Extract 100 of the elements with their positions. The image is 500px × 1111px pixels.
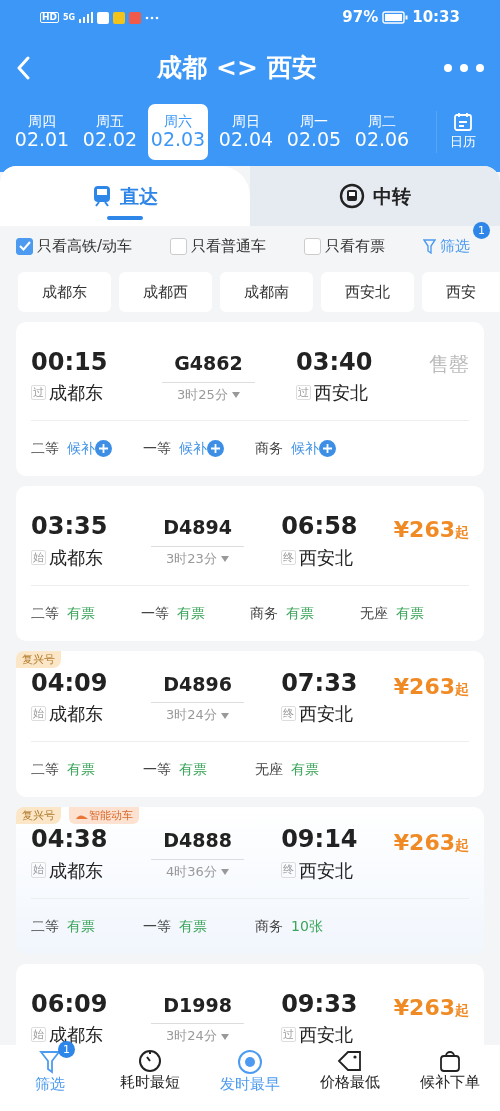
ticket-status: 有票	[286, 603, 314, 623]
train-number[interactable]: D1998	[163, 990, 232, 1020]
station-name: 成都东	[49, 545, 103, 570]
seat-class: 一等	[143, 760, 171, 780]
timer-icon	[138, 1049, 162, 1073]
caret-icon	[221, 712, 229, 719]
station-name: 西安北	[299, 702, 354, 727]
signal-icon	[79, 12, 94, 23]
arrival-time: 06:58	[281, 513, 359, 540]
station-tag: 始	[31, 1026, 46, 1043]
seat-class: 二等	[31, 760, 59, 780]
caret-icon	[221, 556, 229, 563]
station-tag: 始	[31, 862, 46, 878]
ticket-status: 有票	[67, 760, 95, 780]
transfer-icon	[339, 183, 365, 209]
bottom-nav-item[interactable]: 耗时最短	[100, 1045, 200, 1111]
station-tag: 过	[281, 1026, 297, 1043]
train-number[interactable]: D4896	[163, 669, 232, 699]
page-title: 成都 <> 西安	[157, 51, 317, 84]
train-card[interactable]: 复兴号 智能动车 04:38 始 成都东 D4888 4时36分 09:14 终 西安北 ¥263起 二等 有票 一等 有票 商务 10张	[16, 807, 484, 954]
train-number[interactable]: D4894	[163, 513, 232, 542]
station-name: 西安北	[299, 1022, 354, 1045]
tag-icon	[337, 1049, 363, 1073]
seat-class: 二等	[31, 916, 59, 936]
price: ¥263起	[393, 516, 469, 545]
check-icon	[18, 241, 31, 251]
seat-class: 商务	[255, 439, 283, 459]
plus-icon[interactable]	[319, 440, 336, 458]
bag-icon	[438, 1049, 462, 1073]
ticket-status: 有票	[179, 760, 207, 780]
price: ¥263起	[393, 672, 469, 701]
station-name: 成都东	[49, 381, 103, 406]
bottom-nav-item[interactable]: 候补下单	[400, 1045, 500, 1111]
clock: 10:33	[412, 7, 460, 29]
waitlist-link[interactable]: 候补	[291, 438, 319, 460]
train-card[interactable]: 06:09 始 成都东 D1998 3时24分 09:33 过 西安北 ¥263起	[16, 963, 484, 1045]
seat-class: 商务	[250, 603, 278, 623]
ticket-status: 10张	[291, 916, 323, 936]
back-button[interactable]	[16, 55, 30, 80]
train-tag: 复兴号	[16, 807, 61, 825]
ticket-status: 有票	[179, 916, 207, 936]
train-tag: 复兴号	[16, 650, 61, 668]
app-icon	[129, 11, 142, 24]
caret-icon	[231, 392, 240, 398]
station-tag: 终	[281, 549, 297, 565]
arrival-time: 03:40	[296, 349, 374, 376]
train-number[interactable]: G4862	[174, 349, 243, 378]
arrival-time: 09:33	[281, 990, 359, 1017]
train-number[interactable]: D4888	[163, 826, 232, 855]
hd-indicator: HD	[40, 11, 59, 24]
station-chip[interactable]: 西安	[422, 272, 500, 312]
station-name: 成都东	[49, 702, 103, 727]
seat-class: 无座	[359, 603, 388, 623]
station-chip[interactable]: 成都西	[119, 272, 212, 312]
departure-time: 00:15	[31, 349, 109, 376]
train-card[interactable]: 复兴号 04:09 始 成都东 D4896 3时24分 07:33 终 西安北 ¥263起 二等 有票 一等 有票 无座 有票	[16, 650, 484, 798]
train-card[interactable]: 00:15 过 成都东 G4862 3时25分 03:40 过 西安北 售罄 二等 候补 一等 候补 商务 候补	[16, 322, 484, 477]
calendar-icon	[452, 112, 473, 133]
more-icon	[145, 15, 160, 20]
ticket-status: 有票	[395, 603, 424, 623]
tab[interactable]: 中转	[250, 166, 500, 226]
network-type: 5G	[63, 13, 76, 22]
app-icon	[113, 11, 126, 24]
station-tag: 过	[296, 385, 311, 401]
more-icon	[444, 64, 484, 72]
departure-time: 06:09	[31, 990, 109, 1017]
filter-checkbox[interactable]: 只看有票	[304, 234, 385, 258]
arrival-time: 07:33	[281, 669, 359, 697]
battery-icon	[382, 11, 409, 24]
seat-class: 一等	[143, 916, 171, 936]
filter-checkbox[interactable]: 只看高铁/动车	[16, 234, 133, 258]
seat-class: 二等	[31, 439, 59, 459]
seat-class: 商务	[255, 916, 283, 936]
tab[interactable]: 直达	[0, 166, 250, 226]
waitlist-link[interactable]: 候补	[67, 438, 95, 460]
seat-class: 一等	[140, 603, 169, 623]
seat-class: 二等	[31, 603, 59, 623]
filter-icon	[39, 1049, 61, 1075]
price: ¥263起	[393, 993, 469, 1022]
filter-checkbox[interactable]: 只看普通车	[170, 234, 267, 258]
departure-time: 04:09	[31, 669, 109, 697]
plus-icon[interactable]	[207, 440, 224, 458]
station-name: 成都东	[49, 858, 103, 883]
station-tag: 始	[31, 706, 46, 722]
ticket-status: 有票	[291, 760, 319, 780]
station-tag: 过	[31, 385, 46, 401]
plus-icon[interactable]	[95, 440, 112, 458]
price: ¥263起	[393, 829, 469, 858]
station-chip[interactable]: 成都南	[220, 272, 313, 312]
back-icon	[16, 55, 30, 80]
station-name: 西安北	[299, 545, 354, 570]
waitlist-link[interactable]: 候补	[179, 438, 207, 460]
filter-icon	[422, 238, 436, 254]
station-chip[interactable]: 成都东	[18, 272, 111, 312]
bottom-nav-item[interactable]: 价格最低	[300, 1045, 400, 1111]
station-tag: 终	[281, 706, 297, 722]
seat-class: 一等	[143, 439, 171, 459]
train-card[interactable]: 03:35 始 成都东 D4894 3时23分 06:58 终 西安北 ¥263起 二等 有票 一等 有票 商务 有票 无座 有票	[16, 486, 484, 641]
departure-time: 04:38	[31, 826, 109, 853]
station-chip[interactable]: 西安北	[321, 272, 414, 312]
